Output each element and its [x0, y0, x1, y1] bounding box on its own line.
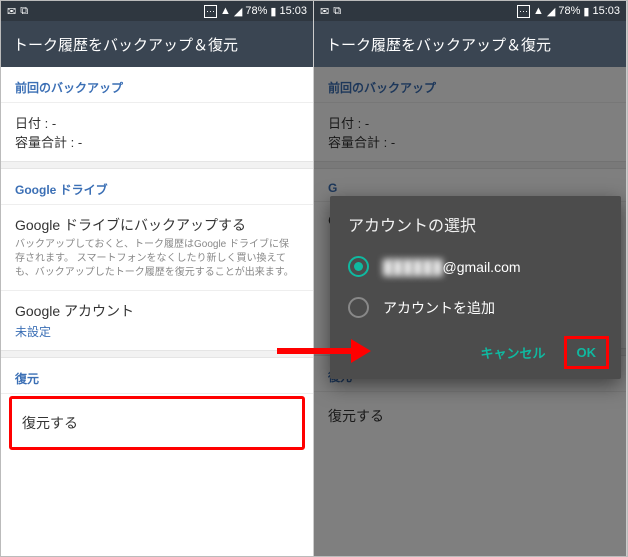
battery-icon: ▮ — [270, 5, 276, 18]
clock: 15:03 — [279, 5, 307, 17]
dialog-title: アカウントの選択 — [330, 196, 621, 246]
date-value: : - — [45, 116, 57, 131]
ok-button[interactable]: OK — [564, 336, 610, 369]
row-restore[interactable]: 復元する — [9, 396, 305, 450]
size-label: 容量合計 — [15, 135, 67, 150]
email-masked: ██████ — [383, 259, 443, 275]
status-bar: ✉ ⧉ ⋯ ▲ ◢ 78% ▮ 15:03 — [314, 1, 626, 21]
dropbox-icon: ⧉ — [20, 5, 28, 18]
phone-screen-left: ✉ ⧉ ⋯ ▲ ◢ 78% ▮ 15:03 トーク履歴をバックアップ＆復元 前回… — [1, 1, 314, 556]
clock: 15:03 — [592, 5, 620, 17]
cancel-button[interactable]: キャンセル — [470, 337, 555, 368]
mail-icon: ✉ — [7, 5, 16, 18]
account-value: 未設定 — [15, 323, 299, 340]
date-label: 日付 — [15, 116, 41, 131]
section-gdrive: Google ドライブ — [1, 169, 313, 205]
divider — [1, 350, 313, 358]
annotation-arrow — [277, 344, 371, 358]
dropbox-icon: ⧉ — [333, 5, 341, 18]
wifi-icon: ▲ — [220, 5, 231, 17]
radio-selected-icon — [348, 256, 369, 277]
radio-unselected-icon — [348, 297, 369, 318]
add-account-label: アカウントを追加 — [383, 298, 495, 318]
section-last-backup: 前回のバックアップ — [1, 67, 313, 103]
account-label: Google アカウント — [15, 301, 299, 321]
account-select-dialog: アカウントの選択 ██████@gmail.com アカウントを追加 キャンセル… — [330, 196, 621, 379]
wifi-icon: ▲ — [533, 5, 544, 17]
battery-icon: ▮ — [583, 5, 589, 18]
restore-label: 復元する — [22, 413, 292, 433]
row-backup-gdrive[interactable]: Google ドライブにバックアップする バックアップしておくと、トーク履歴はG… — [1, 205, 313, 290]
title-bar: トーク履歴をバックアップ＆復元 — [1, 21, 313, 67]
divider — [1, 161, 313, 169]
title-bar: トーク履歴をバックアップ＆復元 — [314, 21, 626, 67]
battery-pct: 78% — [245, 5, 267, 17]
signal-icon: ◢ — [547, 5, 555, 18]
email-suffix: @gmail.com — [443, 259, 521, 275]
ime-icon: ⋯ — [204, 5, 217, 18]
size-value: : - — [71, 135, 83, 150]
phone-screen-right: ✉ ⧉ ⋯ ▲ ◢ 78% ▮ 15:03 トーク履歴をバックアップ＆復元 前回… — [314, 1, 627, 556]
page-title: トーク履歴をバックアップ＆復元 — [13, 34, 238, 55]
mail-icon: ✉ — [320, 5, 329, 18]
row-google-account[interactable]: Google アカウント 未設定 — [1, 290, 313, 350]
ime-icon: ⋯ — [517, 5, 530, 18]
row-date: 日付 : - 容量合計 : - — [1, 103, 313, 161]
section-restore: 復元 — [1, 358, 313, 394]
status-bar: ✉ ⧉ ⋯ ▲ ◢ 78% ▮ 15:03 — [1, 1, 313, 21]
dialog-option-email[interactable]: ██████@gmail.com — [330, 246, 621, 287]
signal-icon: ◢ — [234, 5, 242, 18]
page-title: トーク履歴をバックアップ＆復元 — [326, 34, 551, 55]
battery-pct: 78% — [558, 5, 580, 17]
backup-desc: バックアップしておくと、トーク履歴はGoogle ドライブに保存されます。 スマ… — [15, 238, 299, 280]
backup-label: Google ドライブにバックアップする — [15, 215, 299, 235]
dialog-option-add[interactable]: アカウントを追加 — [330, 287, 621, 328]
